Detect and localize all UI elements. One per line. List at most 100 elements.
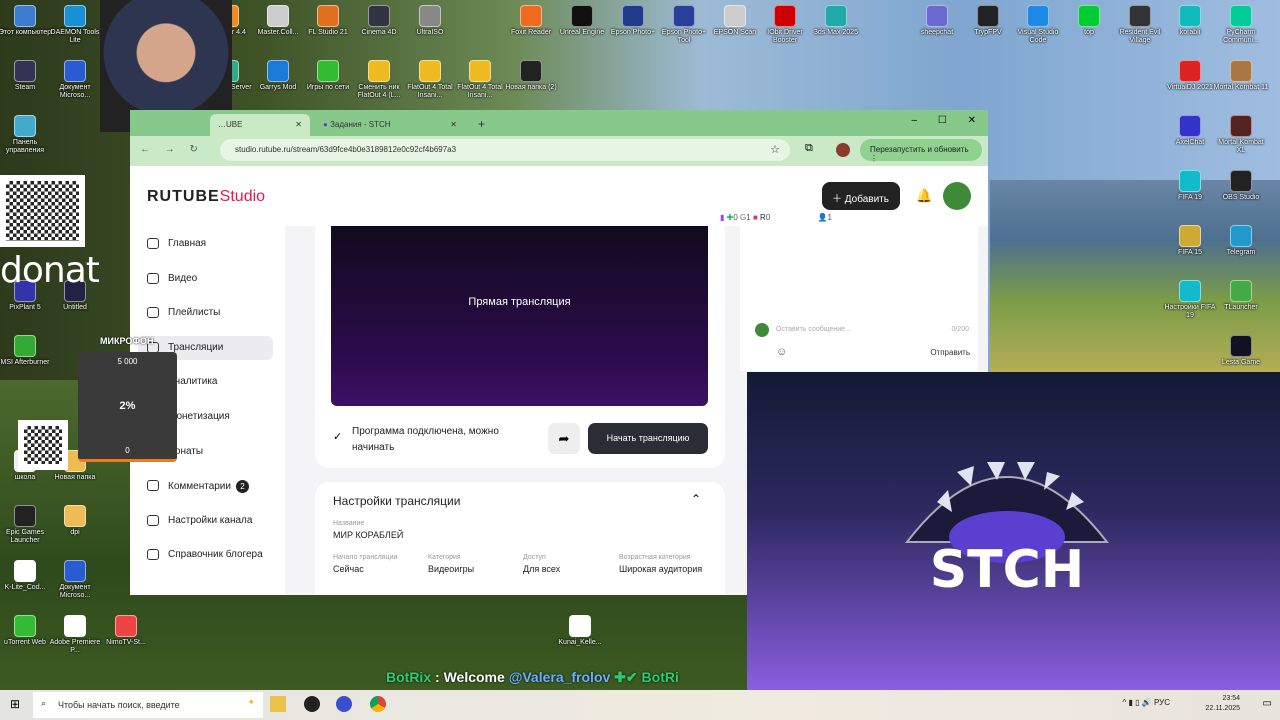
desktop-icon[interactable]: top (1061, 5, 1117, 37)
desktop-icon[interactable]: Игры по сети (300, 60, 356, 92)
sidebar-item[interactable]: Видео (138, 267, 273, 291)
desktop-icon[interactable]: Панель управления (0, 115, 53, 155)
desktop-icon[interactable]: Документ Microso... (47, 60, 103, 100)
desktop-icon[interactable]: PyCharm Communi... (1213, 5, 1269, 45)
chrome-icon[interactable] (370, 696, 386, 712)
share-icon: ➦ (558, 431, 570, 446)
emoji-icon[interactable]: ☺ (776, 346, 787, 358)
desktop-icon[interactable]: K-Lite_Cod... (0, 560, 53, 592)
search-icon: ⌕ (41, 698, 47, 708)
bell-icon[interactable]: 🔔 (916, 188, 932, 204)
desktop-icon-label: top (1084, 29, 1094, 36)
extensions-icon[interactable]: ⧉ (805, 142, 813, 155)
sidebar-item[interactable]: Комментарии 2 (138, 474, 273, 498)
desktop-icon[interactable]: Garrys Mod (250, 60, 306, 92)
desktop-icon[interactable]: Kunai_Kelle... (552, 615, 608, 647)
desktop-icon[interactable]: NimoTV-St... (98, 615, 154, 647)
desktop-icon[interactable]: TLauncher (1213, 280, 1269, 312)
system-tray[interactable]: ^ ▮ ▯ 🔊 РУС 23:54 22.11.2025 (1123, 694, 1240, 714)
share-button[interactable]: ➦ (548, 423, 580, 454)
desktop-icon[interactable]: MSI Afterburner (0, 335, 53, 367)
tray-icons: ^ ▮ ▯ 🔊 РУС (1122, 698, 1170, 707)
app-icon (317, 5, 339, 27)
desktop-icon[interactable]: Telegram (1213, 225, 1269, 257)
user-avatar[interactable] (943, 182, 971, 210)
profile-avatar[interactable] (836, 143, 850, 157)
start-stream-button[interactable]: Начать трансляцию (588, 423, 708, 454)
url-field[interactable]: studio.rutube.ru/stream/63d9fce4b0e31898… (220, 139, 790, 161)
nav-buttons[interactable]: ← → ↻ (140, 144, 198, 155)
stream-player[interactable]: Прямая трансляция (331, 226, 708, 406)
desktop-icon[interactable]: Foxit Reader (503, 5, 559, 37)
desktop-icon[interactable]: Epson Photo+ (605, 5, 661, 37)
new-tab-button[interactable]: + (475, 114, 488, 136)
desktop-icon[interactable]: Cinema 4D (351, 5, 407, 37)
desktop-icon[interactable]: VirtualDJ 2021 (1162, 60, 1218, 92)
desktop-icon[interactable]: Сменить ник FlatOut 4 (L... (351, 60, 407, 100)
desktop-icon[interactable]: DAEMON Tools Lite (47, 5, 103, 45)
viewers-icon: 👤 (817, 213, 828, 222)
desktop-icon[interactable]: 3ds Max 2025 (808, 5, 864, 37)
window-controls[interactable]: – ☐ ✕ (912, 115, 976, 126)
desktop-icon[interactable]: Visual Studio Code (1010, 5, 1066, 45)
desktop-icon[interactable]: EPSON Scan (707, 5, 763, 37)
add-button[interactable]: ＋ Добавить (822, 182, 900, 210)
twitch-icon: ▮ (720, 213, 725, 222)
desktop-icon[interactable]: Unreal Engine (554, 5, 610, 37)
file-explorer-icon[interactable] (270, 696, 286, 712)
desktop-icon[interactable]: Новая папка (2) (503, 60, 559, 92)
stream-settings-card: Настройки трансляции ⌃ Название МИР КОРА… (315, 482, 725, 595)
star-icon[interactable]: ☆ (770, 143, 780, 156)
app-icon (267, 5, 289, 27)
desktop-icon[interactable]: OBS Studio (1213, 170, 1269, 202)
sidebar-item[interactable]: Справочник блогера (138, 543, 273, 567)
desktop-icon[interactable]: FlatOut 4 Total Insani... (452, 60, 508, 100)
desktop-icon-label: NimoTV-St... (106, 639, 146, 646)
desktop-icon[interactable]: UltraISO (402, 5, 458, 37)
desktop-icon[interactable]: Настройки FIFA 19 (1162, 280, 1218, 320)
notifications-icon[interactable]: ▭ (1263, 698, 1272, 709)
desktop-icon[interactable]: Mortal Kombat XL (1213, 115, 1269, 155)
desktop-icon[interactable]: Документ Microso... (47, 560, 103, 600)
desktop-icon[interactable]: FlatOut 4 Total Insani... (402, 60, 458, 100)
obs-icon[interactable] (304, 696, 320, 712)
close-icon[interactable]: ✕ (450, 120, 457, 129)
tab-rutube[interactable]: …UBE ✕ (210, 114, 310, 136)
desktop-icon-label: Документ Microso... (59, 584, 91, 599)
tab-stch[interactable]: ● Задания - STCH ✕ (315, 114, 465, 136)
desktop-icon[interactable]: Этот компьютер (0, 5, 53, 37)
send-button[interactable]: Отправить (930, 348, 970, 357)
app-icon (571, 5, 593, 27)
desktop-icon[interactable]: Mortal Kombat 11 (1213, 60, 1269, 92)
windows-start-icon[interactable]: ⊞ (10, 697, 20, 711)
close-icon[interactable]: ✕ (295, 120, 302, 129)
rutube-studio-logo[interactable]: RUTUBEStudio (147, 188, 265, 206)
sidebar-item[interactable]: Настройки канала (138, 509, 273, 533)
desktop-icon[interactable]: Resident Evil Village (1112, 5, 1168, 45)
chat-input[interactable]: Оставить сообщение... 0/200 (776, 323, 971, 339)
desktop-icon[interactable]: uTorrent Web (0, 615, 53, 647)
taskbar-search[interactable]: ⌕ Чтобы начать поиск, введите ✦ (33, 692, 263, 718)
desktop-icon[interactable]: Master.Coll... (250, 5, 306, 37)
desktop-icon[interactable]: sheepchat (909, 5, 965, 37)
app-icon (14, 615, 36, 637)
desktop-icon[interactable]: AxelChat (1162, 115, 1218, 147)
relaunch-button[interactable]: Перезапустить и обновить ⋮ (860, 139, 982, 163)
desktop-icon[interactable]: TrypFPV (960, 5, 1016, 37)
desktop-icon[interactable]: FIFA 19 (1162, 170, 1218, 202)
desktop-icon[interactable]: Lesta Game (1213, 335, 1269, 367)
desktop-icon[interactable]: Epson Photo+ Tool (656, 5, 712, 45)
desktop-icon[interactable]: IObit Driver Booster (757, 5, 813, 45)
chevron-up-icon[interactable]: ⌃ (691, 492, 701, 506)
desktop-icon[interactable]: FIFA 15 (1162, 225, 1218, 257)
desktop-icon[interactable]: dpi (47, 505, 103, 537)
desktop-icon[interactable]: Adobe Premiere P... (47, 615, 103, 655)
media-player-icon[interactable] (336, 696, 352, 712)
desktop-icon[interactable]: FL Studio 21 (300, 5, 356, 37)
desktop-icon[interactable]: Steam (0, 60, 53, 92)
desktop-icon[interactable]: Epic Games Launcher (0, 505, 53, 545)
desktop-icon-label: Epson Photo+ Tool (661, 29, 707, 44)
sidebar-item[interactable]: Плейлисты (138, 301, 273, 325)
sidebar-item[interactable]: Главная (138, 232, 273, 256)
desktop-icon[interactable]: korabli (1162, 5, 1218, 37)
